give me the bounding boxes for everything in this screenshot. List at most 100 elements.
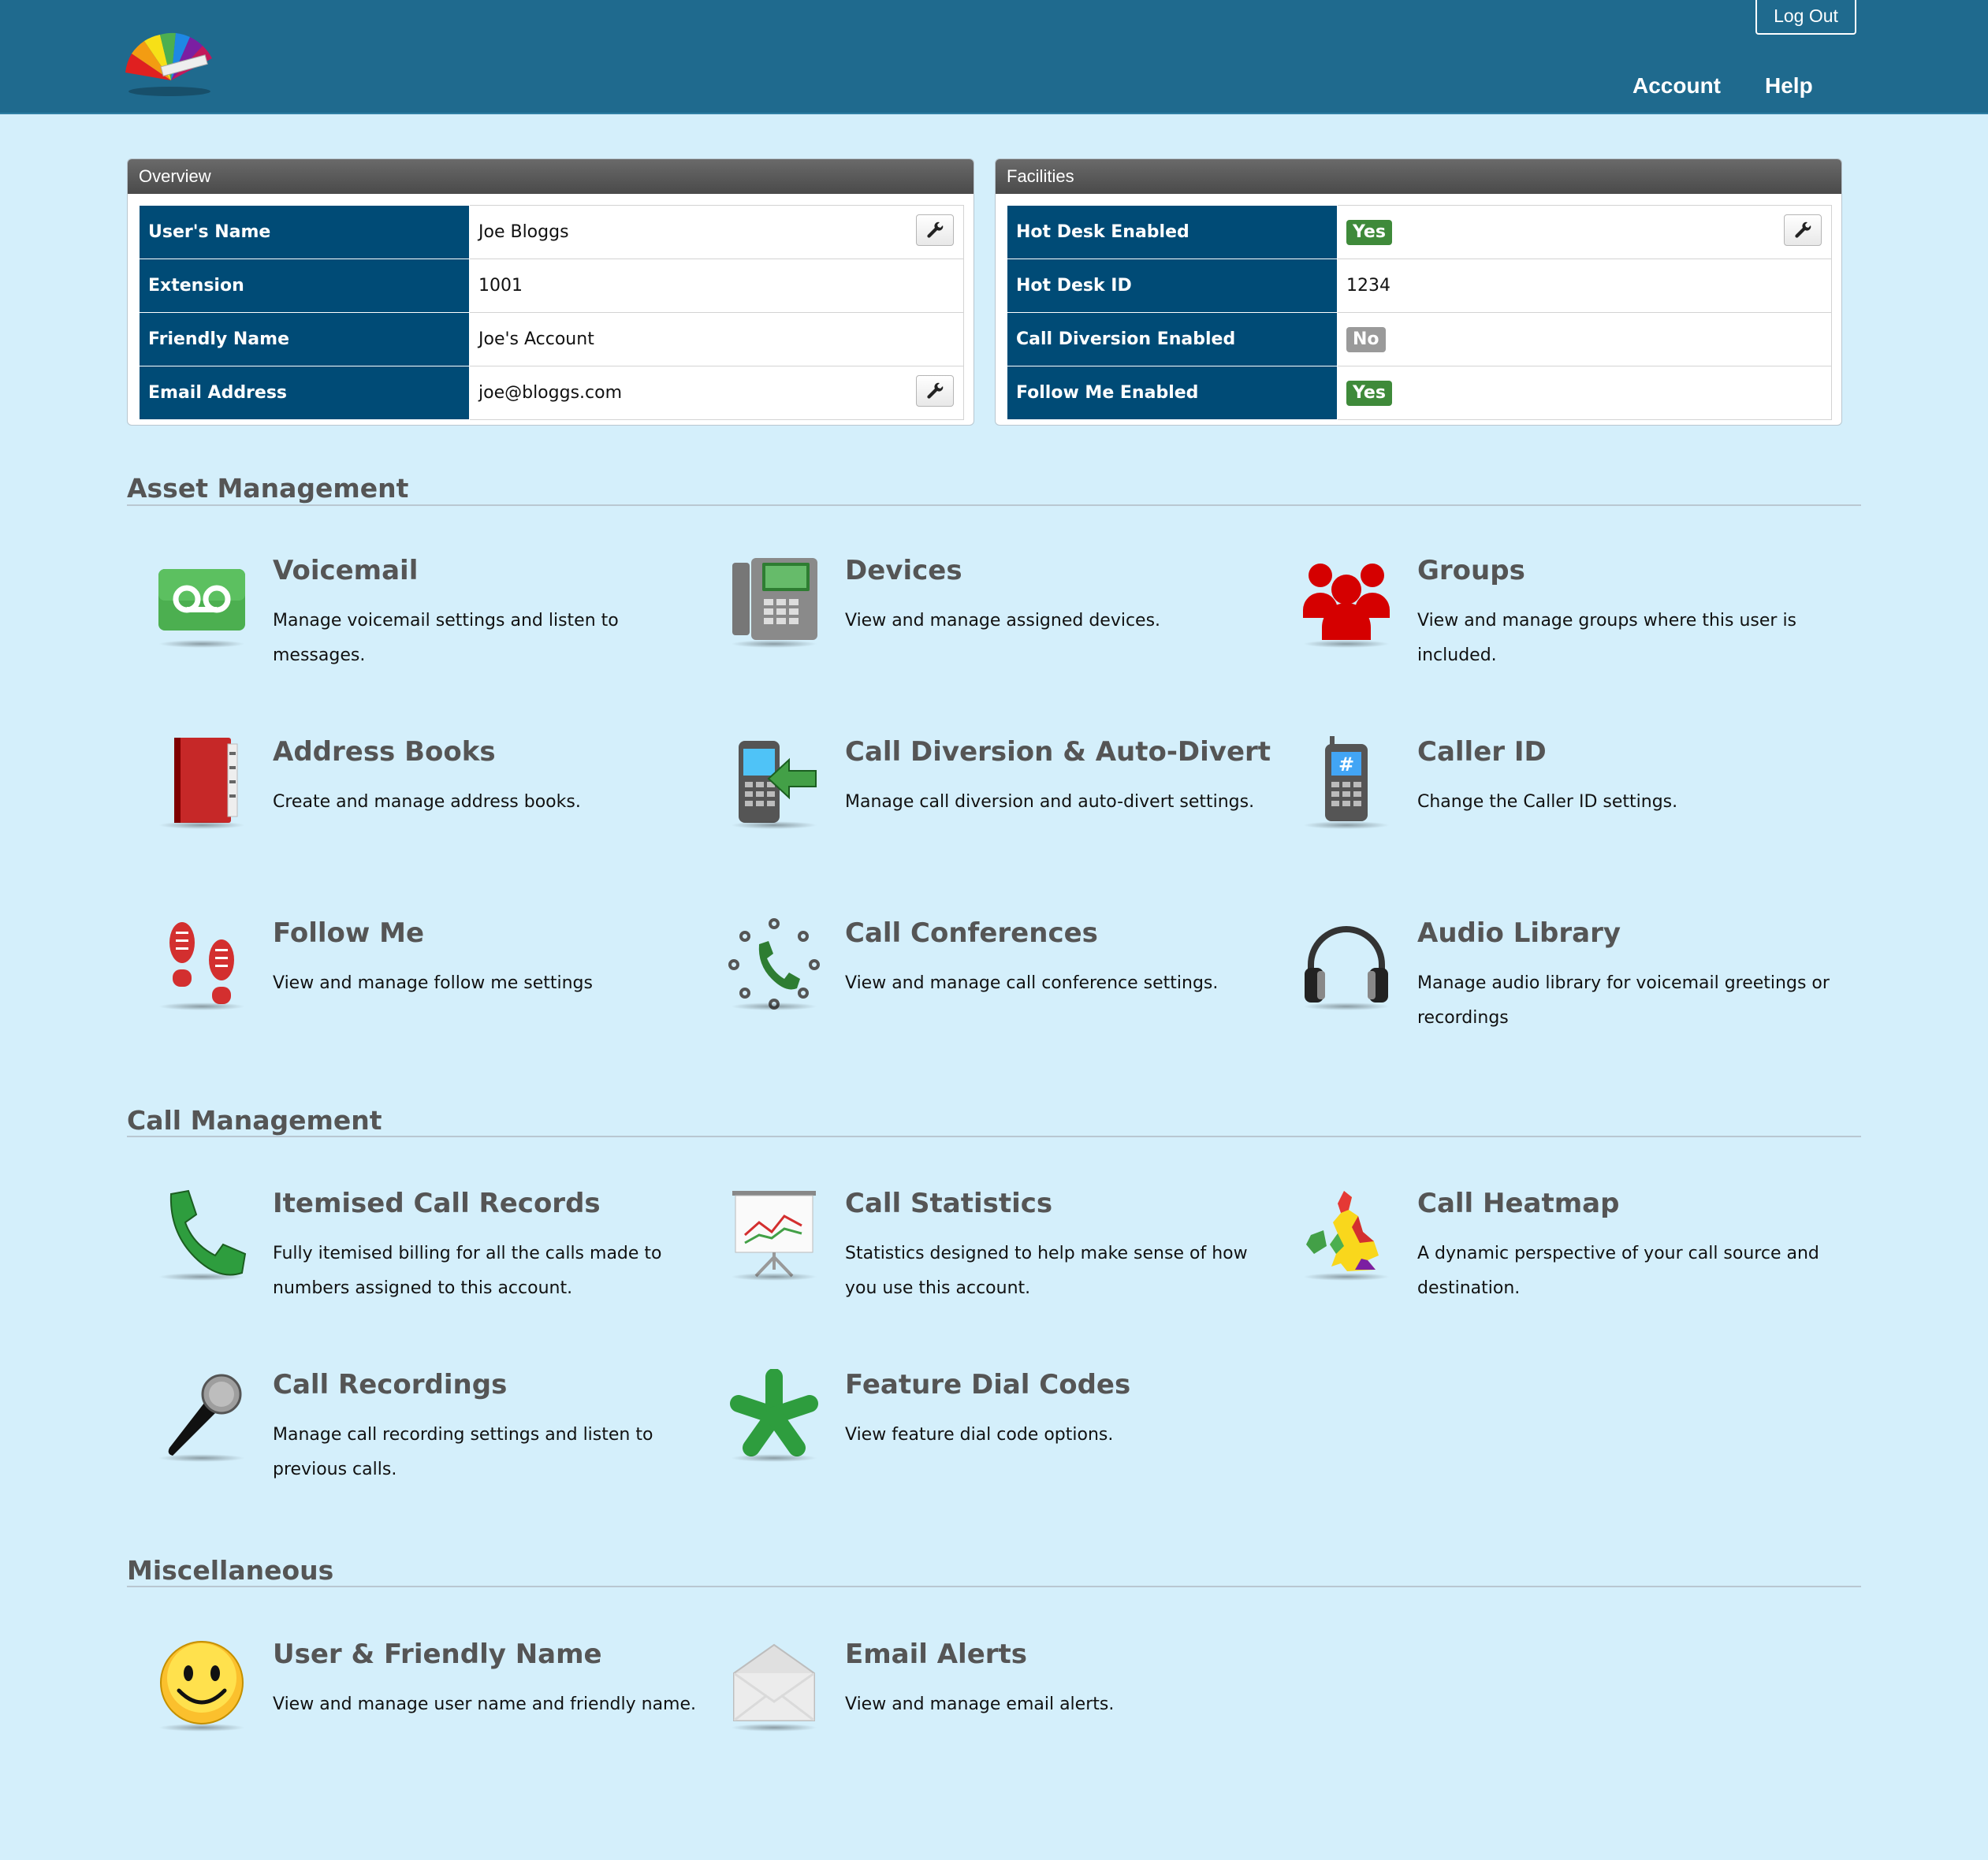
- section-divider: [127, 1136, 1861, 1137]
- item-title[interactable]: Address Books: [273, 736, 496, 768]
- call-diversion-item[interactable]: Call Diversion & Auto-Divert Manage call…: [699, 736, 1271, 894]
- top-bar: Log Out Account Help: [0, 0, 1988, 114]
- item-title[interactable]: Voicemail: [273, 555, 418, 586]
- mobile-phone-icon: #: [1325, 736, 1368, 821]
- call-statistics-item[interactable]: Call Statistics Statistics designed to h…: [699, 1188, 1267, 1345]
- icon-shadow: [158, 640, 245, 648]
- item-title[interactable]: Call Heatmap: [1417, 1188, 1619, 1219]
- row-value: Joe's Account: [469, 312, 964, 366]
- icon-shadow: [731, 640, 817, 648]
- item-description: View and manage assigned devices.: [845, 611, 1161, 631]
- item-title[interactable]: Itemised Call Records: [273, 1188, 601, 1219]
- nav-help-link[interactable]: Help: [1765, 73, 1813, 99]
- footprints-icon: [169, 922, 234, 1004]
- users-name-value: Joe Bloggs: [478, 222, 569, 242]
- icon-shadow: [731, 1454, 817, 1462]
- row-value: 1234: [1337, 259, 1832, 313]
- section-divider: [127, 1586, 1861, 1587]
- item-description: Manage call recording settings and liste…: [273, 1425, 653, 1479]
- address-book-icon: [174, 738, 238, 823]
- call-management-heading: Call Management: [127, 1105, 382, 1136]
- table-row: Email Address joe@bloggs.com: [139, 366, 964, 420]
- address-books-item[interactable]: Address Books Create and manage address …: [127, 736, 694, 894]
- svg-text:#: #: [1338, 753, 1354, 776]
- headphones-icon: [1305, 926, 1388, 1003]
- item-title[interactable]: Audio Library: [1417, 917, 1621, 949]
- feature-dial-codes-item[interactable]: Feature Dial Codes View feature dial cod…: [699, 1369, 1267, 1527]
- itemised-call-records-item[interactable]: Itemised Call Records Fully itemised bil…: [127, 1188, 694, 1345]
- group-icon: [1303, 564, 1390, 640]
- asset-management-heading: Asset Management: [127, 473, 409, 504]
- nav-account-link[interactable]: Account: [1632, 73, 1721, 99]
- item-title[interactable]: Call Statistics: [845, 1188, 1052, 1219]
- item-description: View feature dial code options.: [845, 1425, 1114, 1445]
- icon-shadow: [158, 1273, 245, 1281]
- item-title[interactable]: Follow Me: [273, 917, 424, 949]
- wrench-icon: [927, 221, 944, 238]
- row-value: Yes: [1337, 366, 1832, 420]
- item-description: Change the Caller ID settings.: [1417, 792, 1678, 812]
- status-badge: No: [1346, 326, 1386, 352]
- facilities-panel-title: Facilities: [996, 159, 1841, 194]
- edit-facilities-button[interactable]: [1784, 214, 1822, 246]
- item-description: A dynamic perspective of your call sourc…: [1417, 1244, 1819, 1298]
- icon-shadow: [1303, 821, 1390, 829]
- item-title[interactable]: User & Friendly Name: [273, 1639, 602, 1670]
- item-description: Fully itemised billing for all the calls…: [273, 1244, 662, 1298]
- facilities-panel: Facilities Hot Desk Enabled Yes Hot Desk…: [995, 158, 1842, 426]
- log-out-button[interactable]: Log Out: [1755, 0, 1856, 35]
- call-recordings-item[interactable]: Call Recordings Manage call recording se…: [127, 1369, 694, 1527]
- envelope-icon: [733, 1643, 815, 1722]
- table-row: Extension 1001: [139, 259, 964, 313]
- row-label: User's Name: [139, 205, 470, 259]
- item-description: Manage voicemail settings and listen to …: [273, 611, 619, 665]
- item-title[interactable]: Call Conferences: [845, 917, 1098, 949]
- item-title[interactable]: Groups: [1417, 555, 1525, 586]
- follow-me-item[interactable]: Follow Me View and manage follow me sett…: [127, 917, 694, 1075]
- overview-panel: Overview User's Name Joe Bloggs Extensio…: [127, 158, 974, 426]
- icon-shadow: [731, 821, 817, 829]
- table-row: User's Name Joe Bloggs: [139, 205, 964, 259]
- row-label: Extension: [139, 259, 470, 313]
- heatmap-icon: [1306, 1191, 1379, 1271]
- microphone-icon: [168, 1374, 242, 1456]
- statistics-board-icon: [732, 1191, 816, 1278]
- table-row: Follow Me Enabled Yes: [1007, 366, 1832, 420]
- item-description: View and manage follow me settings: [273, 973, 593, 993]
- call-conferences-item[interactable]: Call Conferences View and manage call co…: [699, 917, 1267, 1075]
- status-badge: Yes: [1346, 219, 1392, 245]
- row-label: Call Diversion Enabled: [1007, 312, 1338, 366]
- audio-library-item[interactable]: Audio Library Manage audio library for v…: [1271, 917, 1839, 1075]
- voicemail-item[interactable]: Voicemail Manage voicemail settings and …: [127, 555, 694, 712]
- table-row: Call Diversion Enabled No: [1007, 312, 1832, 366]
- phone-handset-icon: [169, 1189, 247, 1276]
- icon-shadow: [158, 821, 245, 829]
- call-diversion-icon: [739, 741, 817, 823]
- wrench-icon: [927, 382, 944, 399]
- row-label: Follow Me Enabled: [1007, 366, 1338, 420]
- color-fan-logo-icon[interactable]: [122, 30, 218, 98]
- groups-item[interactable]: Groups View and manage groups where this…: [1271, 555, 1839, 712]
- edit-email-button[interactable]: [916, 375, 954, 407]
- icon-shadow: [158, 1003, 245, 1010]
- asterisk-icon: [730, 1369, 818, 1456]
- edit-users-name-button[interactable]: [916, 214, 954, 246]
- call-heatmap-item[interactable]: Call Heatmap A dynamic perspective of yo…: [1271, 1188, 1839, 1345]
- item-title[interactable]: Caller ID: [1417, 736, 1547, 768]
- item-title[interactable]: Call Recordings: [273, 1369, 507, 1401]
- caller-id-item[interactable]: # Caller ID Change the Caller ID setting…: [1271, 736, 1839, 894]
- email-alerts-item[interactable]: Email Alerts View and manage email alert…: [699, 1639, 1267, 1796]
- devices-item[interactable]: Devices View and manage assigned devices…: [699, 555, 1267, 712]
- section-divider: [127, 504, 1861, 506]
- row-value: Yes: [1337, 205, 1832, 259]
- icon-shadow: [1303, 1003, 1390, 1010]
- icon-shadow: [158, 1454, 245, 1462]
- item-title[interactable]: Feature Dial Codes: [845, 1369, 1130, 1401]
- item-title[interactable]: Email Alerts: [845, 1639, 1027, 1670]
- user-friendly-name-item[interactable]: User & Friendly Name View and manage use…: [127, 1639, 696, 1796]
- status-badge: Yes: [1346, 380, 1392, 406]
- item-title[interactable]: Call Diversion & Auto-Divert: [845, 736, 1271, 768]
- item-title[interactable]: Devices: [845, 555, 962, 586]
- table-row: Friendly Name Joe's Account: [139, 312, 964, 366]
- icon-shadow: [1303, 1273, 1390, 1281]
